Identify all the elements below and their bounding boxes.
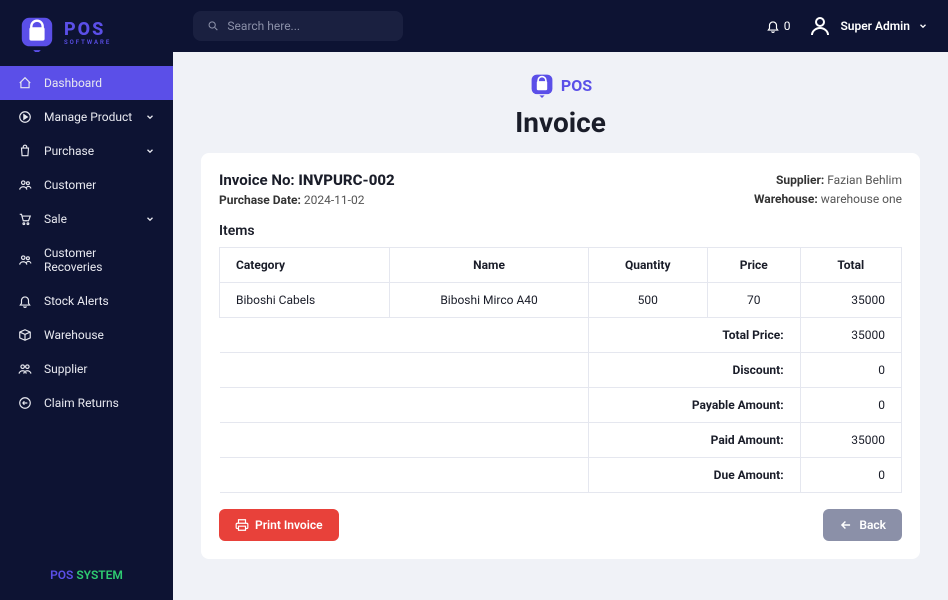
logo-subtext: SOFTWARE — [64, 39, 111, 46]
page-logo-text: POS — [561, 76, 592, 95]
home-icon — [18, 76, 32, 90]
sidebar-item-label: Manage Product — [44, 110, 132, 124]
arrow-left-icon — [839, 518, 853, 532]
sidebar-item-label: Dashboard — [44, 76, 102, 90]
table-row: Biboshi Cabels Biboshi Mirco A40 500 70 … — [220, 283, 902, 318]
print-icon — [235, 518, 249, 532]
items-table: Category Name Quantity Price Total Bibos… — [219, 247, 902, 493]
search-input[interactable] — [227, 19, 389, 33]
summary-payable: Payable Amount: 0 — [220, 388, 902, 423]
users-icon — [18, 178, 32, 192]
search-icon — [207, 19, 219, 33]
summary-discount: Discount: 0 — [220, 353, 902, 388]
page-title: Invoice — [173, 106, 948, 139]
sidebar-item-manage-product[interactable]: Manage Product — [0, 100, 173, 134]
sidebar: POS SOFTWARE Dashboard Manage Product Pu… — [0, 0, 173, 600]
invoice-card: Invoice No: INVPURC-002 Purchase Date: 2… — [201, 153, 920, 559]
search-box[interactable] — [193, 11, 403, 41]
users-icon — [18, 253, 32, 267]
print-button[interactable]: Print Invoice — [219, 509, 339, 541]
topbar: 0 Super Admin — [173, 0, 948, 52]
warehouse-info: Warehouse: warehouse one — [754, 190, 902, 209]
bag-icon — [18, 144, 32, 158]
sidebar-item-purchase[interactable]: Purchase — [0, 134, 173, 168]
summary-paid: Paid Amount: 35000 — [220, 423, 902, 458]
summary-total-price: Total Price: 35000 — [220, 318, 902, 353]
sidebar-item-label: Warehouse — [44, 328, 104, 342]
sidebar-item-dashboard[interactable]: Dashboard — [0, 66, 173, 100]
bag-logo-icon — [18, 14, 56, 52]
col-price: Price — [707, 248, 800, 283]
sidebar-item-label: Supplier — [44, 362, 87, 376]
back-button[interactable]: Back — [823, 509, 902, 541]
invoice-number: Invoice No: INVPURC-002 — [219, 171, 395, 189]
sidebar-item-label: Stock Alerts — [44, 294, 109, 308]
users-icon — [18, 362, 32, 376]
sidebar-item-label: Sale — [44, 212, 67, 226]
sidebar-item-warehouse[interactable]: Warehouse — [0, 318, 173, 352]
notifications[interactable]: 0 — [766, 19, 791, 33]
content: POS Invoice Invoice No: INVPURC-002 Purc… — [173, 52, 948, 600]
col-total: Total — [800, 248, 901, 283]
cart-icon — [18, 212, 32, 226]
footer-brand: POS SYSTEM — [0, 550, 173, 600]
return-icon — [18, 396, 32, 410]
sidebar-item-sale[interactable]: Sale — [0, 202, 173, 236]
sidebar-item-label: Customer Recoveries — [44, 246, 155, 274]
sidebar-item-label: Claim Returns — [44, 396, 119, 410]
nav: Dashboard Manage Product Purchase Custom… — [0, 66, 173, 550]
bag-logo-icon — [529, 72, 555, 98]
chevron-down-icon — [145, 146, 155, 156]
sidebar-item-label: Purchase — [44, 144, 94, 158]
col-name: Name — [390, 248, 588, 283]
col-quantity: Quantity — [588, 248, 707, 283]
bell-icon — [766, 19, 780, 33]
bell-icon — [18, 294, 32, 308]
col-category: Category — [220, 248, 390, 283]
user-icon — [808, 14, 832, 38]
chevron-down-icon — [145, 214, 155, 224]
user-name: Super Admin — [840, 19, 910, 33]
items-heading: Items — [219, 223, 902, 239]
sidebar-item-customer[interactable]: Customer — [0, 168, 173, 202]
logo[interactable]: POS SOFTWARE — [0, 0, 173, 66]
play-icon — [18, 110, 32, 124]
notification-count: 0 — [784, 19, 791, 33]
sidebar-item-supplier[interactable]: Supplier — [0, 352, 173, 386]
supplier-info: Supplier: Fazian Behlim — [754, 171, 902, 190]
user-menu[interactable]: Super Admin — [808, 14, 928, 38]
chevron-down-icon — [918, 21, 928, 31]
chevron-down-icon — [145, 112, 155, 122]
page-logo: POS — [529, 72, 592, 98]
logo-text: POS — [64, 21, 111, 39]
sidebar-item-recoveries[interactable]: Customer Recoveries — [0, 236, 173, 284]
sidebar-item-stock-alerts[interactable]: Stock Alerts — [0, 284, 173, 318]
purchase-date: Purchase Date: 2024-11-02 — [219, 193, 395, 207]
sidebar-item-claim-returns[interactable]: Claim Returns — [0, 386, 173, 420]
summary-due: Due Amount: 0 — [220, 458, 902, 493]
sidebar-item-label: Customer — [44, 178, 96, 192]
box-icon — [18, 328, 32, 342]
